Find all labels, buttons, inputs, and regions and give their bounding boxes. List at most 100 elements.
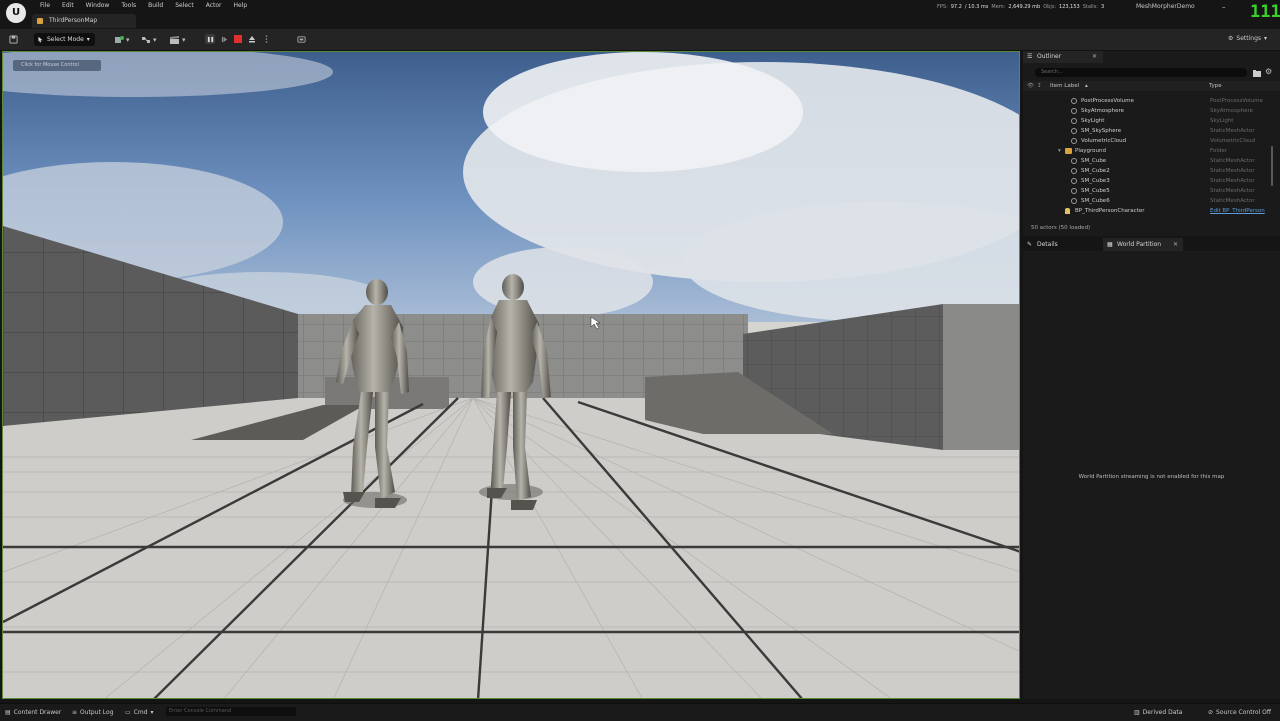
mesh-icon bbox=[1071, 188, 1077, 194]
pause-button[interactable] bbox=[205, 34, 215, 44]
outliner-scrollbar[interactable] bbox=[1271, 146, 1273, 186]
content-drawer-button[interactable]: ▤ Content Drawer bbox=[5, 708, 61, 718]
main-toolbar: Select Mode ▾ ▾ ▾ ▾ ⚙ Settings ▾ bbox=[0, 29, 1280, 51]
world-partition-tab[interactable]: ▦ World Partition ✕ bbox=[1103, 238, 1183, 251]
row-type: StaticMeshActor bbox=[1210, 128, 1255, 134]
outliner-row[interactable]: VolumetricCloud VolumetricCloud bbox=[1023, 136, 1273, 146]
chevron-down-icon[interactable]: ▾ bbox=[1058, 146, 1061, 156]
stop-icon bbox=[234, 35, 242, 43]
world-partition-message: World Partition streaming is not enabled… bbox=[1078, 474, 1225, 480]
row-label: SkyAtmosphere bbox=[1081, 108, 1125, 114]
row-type: StaticMeshActor bbox=[1210, 168, 1255, 174]
level-viewport[interactable]: Click for Mouse Control bbox=[2, 51, 1020, 699]
menu-edit[interactable]: Edit bbox=[56, 0, 80, 12]
cloud-icon bbox=[1071, 138, 1077, 144]
add-folder-icon[interactable] bbox=[1253, 69, 1261, 77]
platforms-icon[interactable] bbox=[297, 35, 306, 44]
terminal-icon: ▭ bbox=[125, 709, 131, 716]
edit-blueprint-link[interactable]: Edit BP_ThirdPerson bbox=[1210, 206, 1265, 216]
close-icon[interactable]: ✕ bbox=[1092, 51, 1097, 63]
mem-value: 2,649.29 mb bbox=[1008, 4, 1041, 10]
select-mode-dropdown[interactable]: Select Mode ▾ bbox=[34, 33, 95, 46]
play-options-button[interactable] bbox=[261, 34, 271, 44]
log-icon: ≡ bbox=[72, 709, 78, 716]
stop-button[interactable] bbox=[233, 34, 243, 44]
world-partition-tab-label: World Partition bbox=[1117, 241, 1162, 248]
output-log-label: Output Log bbox=[80, 709, 114, 716]
mesh-icon bbox=[1071, 158, 1077, 164]
source-control-label: Source Control Off bbox=[1216, 709, 1271, 716]
menu-tools[interactable]: Tools bbox=[115, 0, 142, 12]
menu-build[interactable]: Build bbox=[142, 0, 169, 12]
row-type: SkyAtmosphere bbox=[1210, 108, 1254, 114]
frame-ms: / 10.3 ms bbox=[964, 4, 989, 10]
details-tab[interactable]: ✎ Details bbox=[1023, 238, 1103, 251]
stats-readout: FPS: 97.2 / 10.3 ms Mem: 2,649.29 mb Obj… bbox=[937, 2, 1104, 12]
outliner-tab-label: Outliner bbox=[1037, 53, 1062, 60]
row-type: StaticMeshActor bbox=[1210, 198, 1255, 204]
eject-button[interactable] bbox=[247, 34, 257, 44]
list-icon: ☰ bbox=[1027, 53, 1033, 60]
row-label: SM_Cube bbox=[1081, 158, 1107, 164]
console-input[interactable]: Enter Console Command bbox=[166, 707, 296, 716]
outliner-row[interactable]: PostProcessVolume PostProcessVolume bbox=[1023, 96, 1273, 106]
step-forward-icon bbox=[221, 36, 227, 42]
character-icon bbox=[1065, 208, 1070, 214]
col-type[interactable]: Type bbox=[1209, 81, 1222, 91]
output-log-button[interactable]: ≡ Output Log bbox=[72, 708, 114, 718]
outliner-row[interactable]: SM_Cube3 StaticMeshActor bbox=[1023, 176, 1273, 186]
derived-data-button[interactable]: ▥ Derived Data bbox=[1134, 708, 1182, 718]
row-label: Playground bbox=[1075, 148, 1106, 154]
outliner-row[interactable]: SkyAtmosphere SkyAtmosphere bbox=[1023, 106, 1273, 116]
menu-file[interactable]: File bbox=[34, 0, 56, 12]
outliner-row-folder[interactable]: ▾ Playground Folder bbox=[1023, 146, 1273, 156]
title-bar: U File Edit Window Tools Build Select Ac… bbox=[0, 0, 1280, 28]
row-type: StaticMeshActor bbox=[1210, 158, 1255, 164]
pencil-icon: ✎ bbox=[1027, 241, 1033, 248]
eye-icon[interactable]: 👁 bbox=[1027, 81, 1034, 91]
row-type: VolumetricCloud bbox=[1210, 138, 1256, 144]
outliner-row[interactable]: SM_Cube StaticMeshActor bbox=[1023, 156, 1273, 166]
mouse-control-hint[interactable]: Click for Mouse Control bbox=[13, 60, 101, 71]
outliner-row[interactable]: SkyLight SkyLight bbox=[1023, 116, 1273, 126]
blueprint-button[interactable]: ▾ bbox=[141, 34, 157, 45]
mesh-icon bbox=[1071, 128, 1077, 134]
row-label: SM_Cube3 bbox=[1081, 178, 1110, 184]
row-type: Folder bbox=[1210, 148, 1227, 154]
gear-icon: ⚙ bbox=[1228, 35, 1234, 42]
menu-window[interactable]: Window bbox=[80, 0, 116, 12]
unreal-logo-icon[interactable]: U bbox=[6, 3, 26, 23]
close-icon[interactable]: ✕ bbox=[1173, 238, 1178, 251]
play-controls bbox=[205, 34, 271, 44]
outliner-row[interactable]: SM_Cube5 StaticMeshActor bbox=[1023, 186, 1273, 196]
cmd-label: Cmd bbox=[133, 709, 148, 716]
settings-button[interactable]: ⚙ Settings ▾ bbox=[1228, 34, 1267, 44]
step-button[interactable] bbox=[219, 34, 229, 44]
outliner-settings-gear-icon[interactable]: ⚙ bbox=[1265, 67, 1272, 76]
minimize-icon[interactable]: – bbox=[1222, 2, 1226, 12]
outliner-tab[interactable]: ☰ Outliner ✕ bbox=[1023, 51, 1103, 63]
save-icon[interactable] bbox=[9, 35, 18, 44]
cinematics-button[interactable]: ▾ bbox=[169, 34, 186, 45]
pin-icon[interactable]: ↧ bbox=[1037, 81, 1042, 91]
console-placeholder: Enter Console Command bbox=[169, 708, 232, 714]
row-label: VolumetricCloud bbox=[1081, 138, 1127, 144]
chevron-down-icon: ▾ bbox=[182, 35, 186, 44]
source-control-button[interactable]: ⊘ Source Control Off bbox=[1208, 708, 1271, 718]
map-tab[interactable]: ThirdPersonMap bbox=[32, 14, 136, 28]
menu-help[interactable]: Help bbox=[228, 0, 254, 12]
outliner-row[interactable]: SM_Cube2 StaticMeshActor bbox=[1023, 166, 1273, 176]
menu-actor[interactable]: Actor bbox=[200, 0, 228, 12]
add-actor-button[interactable]: ▾ bbox=[114, 34, 130, 45]
outliner-row[interactable]: SM_Cube6 StaticMeshActor bbox=[1023, 196, 1273, 206]
outliner-row[interactable]: SM_SkySphere StaticMeshActor bbox=[1023, 126, 1273, 136]
outliner-search-input[interactable]: Search... bbox=[1035, 68, 1247, 77]
cmd-dropdown[interactable]: ▭ Cmd ▾ bbox=[125, 708, 154, 718]
menu-bar: File Edit Window Tools Build Select Acto… bbox=[34, 0, 253, 12]
col-item-label[interactable]: Item Label bbox=[1050, 81, 1079, 91]
mouse-control-hint-text: Click for Mouse Control bbox=[21, 62, 79, 68]
outliner-row[interactable]: BP_ThirdPersonCharacter Edit BP_ThirdPer… bbox=[1023, 206, 1273, 216]
chevron-down-icon: ▾ bbox=[1264, 35, 1268, 42]
mesh-icon bbox=[1071, 178, 1077, 184]
menu-select[interactable]: Select bbox=[169, 0, 200, 12]
